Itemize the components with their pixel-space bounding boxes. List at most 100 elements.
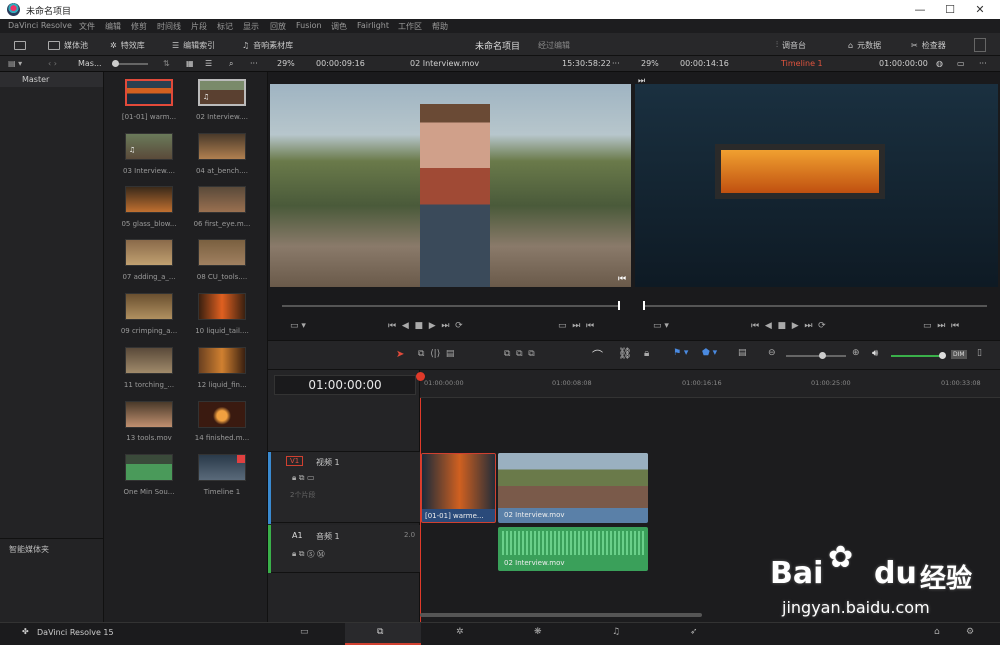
menu-mark[interactable]: 标记 [217,21,233,32]
effects-button[interactable]: ✲ 特效库 [110,38,145,52]
flag-icon[interactable]: ⚑ ▾ [673,348,688,358]
source-scrubber[interactable] [282,301,620,310]
timeline-video-frame[interactable]: ⏭ [635,76,998,287]
menu-help[interactable]: 帮助 [432,21,448,32]
clip-thumbnail[interactable] [125,401,173,428]
mixer-button[interactable]: ⫶ 调音台 [776,38,806,52]
audio-track-controls-icons[interactable]: 🔒︎ ⧉ Ⓢ Ⓜ [292,549,325,559]
menu-playback[interactable]: 回放 [270,21,286,32]
nav-back-icon[interactable]: ‹ › [48,59,57,68]
workspace-toggle-icon[interactable] [14,38,26,52]
settings-gear-icon[interactable]: ⚙ [966,627,974,637]
audio-track-name[interactable]: 音频 1 [316,531,340,542]
video-track-name[interactable]: 视频 1 [316,457,340,468]
menu-timeline[interactable]: 时间线 [157,21,181,32]
clip-thumbnail[interactable] [125,347,173,374]
snapping-icon[interactable]: ⌒ [592,347,603,363]
timeline-horizontal-scrollbar[interactable] [420,613,702,617]
link-icon[interactable]: ⛓ [618,347,632,360]
v1-track-label[interactable]: V1 [286,456,304,466]
menu-file[interactable]: 文件 [79,21,95,32]
clip-thumbnail[interactable] [198,133,246,160]
clip-thumbnail[interactable] [125,186,173,213]
menu-fairlight[interactable]: Fairlight [357,21,389,30]
volume-slider[interactable] [891,352,946,359]
menu-clip[interactable]: 片段 [191,21,207,32]
grid-view-icon[interactable]: ▦ [186,59,194,68]
record-more-icon[interactable]: ··· [979,59,987,68]
clip-thumbnail[interactable] [198,186,246,213]
timeline-name[interactable]: Timeline 1 [781,59,823,68]
menu-edit[interactable]: 编辑 [105,21,121,32]
more-options-icon[interactable]: ··· [250,59,258,68]
trim-tools-icons[interactable]: ⧉ ⟨|⟩ ▤ [418,349,454,359]
sort-icon[interactable]: ⇅ [163,59,170,68]
clip-thumbnail[interactable] [125,293,173,320]
clip-thumbnail[interactable]: ♫ [125,133,173,160]
thumbnail-zoom-slider[interactable] [112,60,148,67]
timeline-view-icon[interactable]: ▤ [738,348,747,358]
timeline-match-frame-icons[interactable]: ▭ ⏭ ⏮ [923,321,959,331]
record-zoom[interactable]: 29% [641,59,659,68]
bin-master-row[interactable]: Master [0,72,103,87]
timeline-scrubber[interactable] [643,301,987,310]
menu-davinci[interactable]: DaVinci Resolve [8,21,72,30]
minimize-button[interactable]: — [905,2,935,17]
inspector-button[interactable]: ✂ 检查器 [911,38,946,52]
expand-icon[interactable] [974,38,986,52]
panel-toggle-icon[interactable]: ▤ ▾ [8,59,22,68]
playhead-handle[interactable] [416,372,425,381]
menu-view[interactable]: 显示 [243,21,259,32]
menu-color[interactable]: 调色 [331,21,347,32]
zoom-out-icon[interactable]: ⊖ [768,348,776,358]
bin-path[interactable]: Mas... [78,59,102,68]
volume-icon[interactable]: 🔊︎ [872,348,878,359]
source-match-frame-icons[interactable]: ▭ ⏭ ⏮ [558,321,594,331]
color-wheel-icon[interactable]: ◍ [936,59,943,68]
edit-overwrite-icons[interactable]: ⧉ ⧉ ⧉ [504,349,535,359]
media-pool-button[interactable]: 媒体池 [48,38,88,52]
timeline-video-clip[interactable]: [01-01] warme... [421,453,496,523]
marker-icon[interactable]: ⬟ ▾ [702,348,717,358]
timeline-transport-controls[interactable]: ⏮ ◀ ■ ▶ ⏭ ⟳ [751,321,826,331]
timeline-video-clip[interactable]: 02 Interview.mov [498,453,648,523]
menu-workspace[interactable]: 工作区 [398,21,422,32]
edit-page-tab[interactable]: ⧉ [345,623,421,645]
smart-bins-label[interactable]: 智能媒体夹 [9,544,49,555]
search-icon[interactable]: ⌕ [229,59,233,69]
zoom-in-icon[interactable]: ⊕ [852,348,860,358]
clip-thumbnail[interactable] [198,239,246,266]
clip-thumbnail[interactable] [125,79,173,106]
menu-fusion[interactable]: Fusion [296,21,322,30]
source-transport-controls[interactable]: ⏮ ◀ ■ ▶ ⏭ ⟳ [388,321,463,331]
clip-thumbnail[interactable] [198,347,246,374]
meter-icon[interactable]: ▯ [977,348,982,358]
viewer-options-icon[interactable]: ▭ ▾ [290,321,306,331]
timeline-zoom-slider[interactable] [786,352,846,359]
sound-library-button[interactable]: ♫ 音响素材库 [242,38,293,52]
viewer-mode-icon[interactable]: ▭ [957,59,965,68]
menu-trim[interactable]: 修剪 [131,21,147,32]
source-zoom[interactable]: 29% [277,59,295,68]
timeline-ruler[interactable]: 01:00:00:00 01:00:08:08 01:00:16:16 01:0… [420,370,1000,398]
dim-button[interactable]: DIM [951,350,967,359]
track-controls-icons[interactable]: 🔒︎ ⧉ ▭ [292,473,315,483]
list-view-icon[interactable]: ☰ [205,59,212,68]
clip-thumbnail[interactable] [198,293,246,320]
deliver-page-icon[interactable]: ➶ [690,627,698,637]
lock-icon[interactable]: 🔒︎ [644,348,649,359]
media-page-icon[interactable]: ▭ [300,627,309,637]
timeline-thumbnail[interactable] [198,454,246,481]
fairlight-page-icon[interactable]: ♫ [612,627,620,637]
home-icon[interactable]: ⌂ [934,627,940,637]
timeline-timecode[interactable]: 01:00:00:00 [274,375,416,395]
source-clip-name[interactable]: 02 Interview.mov [410,59,479,68]
timeline-audio-clip[interactable]: 02 Interview.mov [498,527,648,571]
source-video-frame[interactable]: ⏮ [270,84,631,287]
color-page-icon[interactable]: ❋ [534,627,542,637]
fusion-page-icon[interactable]: ✲ [456,627,464,637]
close-button[interactable]: ✕ [965,2,995,17]
edit-index-button[interactable]: ☰ 编辑索引 [172,38,215,52]
metadata-button[interactable]: ⌂ 元数据 [848,38,881,52]
selection-tool-icon[interactable]: ➤ [396,349,404,360]
